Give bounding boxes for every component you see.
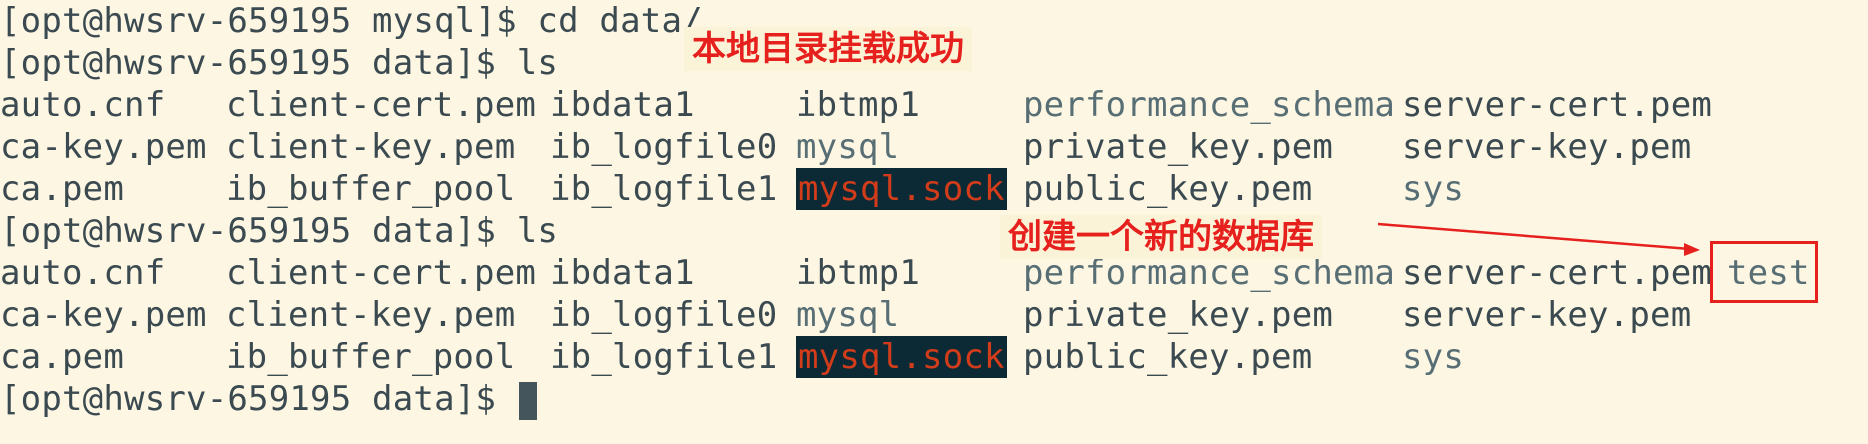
prompt-line: [opt@hwsrv-659195 mysql]$ cd data/ <box>0 0 703 42</box>
shell-prompt: [opt@hwsrv-659195 data]$ <box>0 211 517 251</box>
file-entry: ibtmp1 <box>796 85 921 125</box>
file-entry: auto.cnf <box>0 85 166 125</box>
terminal-cursor[interactable] <box>518 381 537 420</box>
file-entry: ib_logfile0 <box>550 127 778 167</box>
create-database-note: 创建一个新的数据库 <box>1000 215 1322 259</box>
file-entry: server-key.pem <box>1402 295 1692 335</box>
shell-prompt: [opt@hwsrv-659195 data]$ <box>0 43 517 83</box>
file-entry: client-key.pem <box>226 295 516 335</box>
socket-file-entry: mysql.sock <box>796 168 1007 210</box>
file-entry: ibtmp1 <box>796 253 921 293</box>
directory-entry: performance_schema <box>1023 85 1396 125</box>
test-highlight-box <box>1710 241 1818 303</box>
directory-entry: sys <box>1402 169 1465 209</box>
socket-file-entry: mysql.sock <box>796 336 1007 378</box>
file-entry: ib_logfile1 <box>550 169 778 209</box>
prompt-line: [opt@hwsrv-659195 data]$ ls <box>0 210 558 252</box>
file-entry: client-key.pem <box>226 127 516 167</box>
file-entry: ibdata1 <box>550 85 695 125</box>
file-entry: private_key.pem <box>1023 127 1334 167</box>
file-entry: ib_logfile0 <box>550 295 778 335</box>
file-entry: private_key.pem <box>1023 295 1334 335</box>
file-entry: ca-key.pem <box>0 127 207 167</box>
shell-command: ls <box>516 211 559 251</box>
shell-command: ls <box>516 43 559 83</box>
file-entry: client-cert.pem <box>226 253 537 293</box>
file-entry: ca.pem <box>0 337 125 377</box>
file-entry: ib_buffer_pool <box>226 337 516 377</box>
file-entry: ib_logfile1 <box>550 337 778 377</box>
directory-entry: sys <box>1402 337 1465 377</box>
file-entry: ibdata1 <box>550 253 695 293</box>
shell-prompt: [opt@hwsrv-659195 mysql]$ <box>0 1 538 41</box>
file-entry: auto.cnf <box>0 253 166 293</box>
file-entry: server-cert.pem <box>1402 253 1713 293</box>
file-entry: public_key.pem <box>1023 169 1313 209</box>
file-entry: server-cert.pem <box>1402 85 1713 125</box>
file-entry: public_key.pem <box>1023 337 1313 377</box>
mount-success-note: 本地目录挂载成功 <box>684 27 972 71</box>
directory-entry: mysql <box>796 295 900 335</box>
shell-command: cd data/ <box>537 1 703 41</box>
file-entry: ca.pem <box>0 169 125 209</box>
directory-entry: mysql <box>796 127 900 167</box>
prompt-line: [opt@hwsrv-659195 data]$ <box>0 378 537 420</box>
file-entry: server-key.pem <box>1402 127 1692 167</box>
prompt-line: [opt@hwsrv-659195 data]$ ls <box>0 42 558 84</box>
file-entry: ca-key.pem <box>0 295 207 335</box>
file-entry: client-cert.pem <box>226 85 537 125</box>
file-entry: ib_buffer_pool <box>226 169 516 209</box>
shell-prompt: [opt@hwsrv-659195 data]$ <box>0 379 517 419</box>
